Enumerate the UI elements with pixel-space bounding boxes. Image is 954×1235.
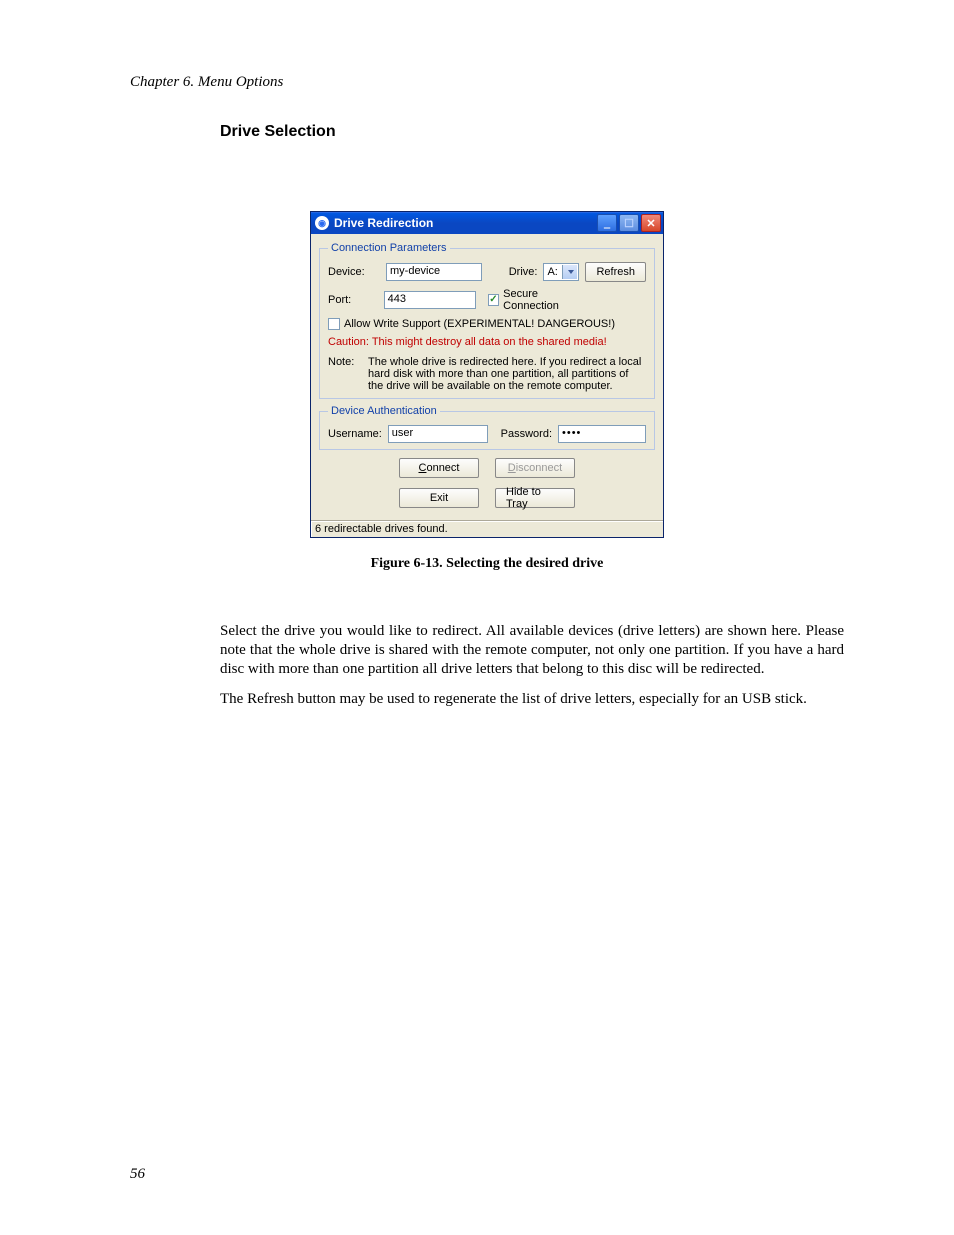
note-label: Note: [328, 356, 362, 392]
connect-button[interactable]: Connect [399, 458, 479, 478]
status-bar: 6 redirectable drives found. [311, 520, 663, 537]
body-paragraph-2: The Refresh button may be used to regene… [220, 690, 844, 709]
connection-parameters-group: Connection Parameters Device: my-device … [319, 242, 655, 399]
disconnect-mnemonic: D [508, 462, 516, 474]
titlebar: ◉ Drive Redirection ‗ ☐ ✕ [311, 212, 663, 234]
chapter-header: Chapter 6. Menu Options [130, 74, 844, 91]
chevron-down-icon [568, 270, 574, 274]
write-support-label: Allow Write Support (EXPERIMENTAL! DANGE… [344, 318, 615, 330]
auth-legend: Device Authentication [328, 405, 440, 417]
drive-redirection-dialog: ◉ Drive Redirection ‗ ☐ ✕ Connection Par… [310, 211, 664, 538]
note-text: The whole drive is redirected here. If y… [368, 356, 646, 392]
password-label: Password: [501, 428, 552, 440]
username-label: Username: [328, 428, 382, 440]
close-button[interactable]: ✕ [641, 214, 661, 232]
caution-text: Caution: This might destroy all data on … [328, 336, 646, 348]
hide-to-tray-button[interactable]: Hide to Tray [495, 488, 575, 508]
connect-rest: onnect [426, 462, 459, 474]
device-label: Device: [328, 266, 380, 278]
figure-caption: Figure 6-13. Selecting the desired drive [130, 556, 844, 572]
section-title: Drive Selection [220, 123, 844, 141]
exit-button[interactable]: Exit [399, 488, 479, 508]
port-input[interactable]: 443 [384, 291, 476, 309]
drive-value: A: [547, 266, 557, 278]
drive-select[interactable]: A: [543, 263, 579, 281]
body-paragraph-1: Select the drive you would like to redir… [220, 622, 844, 678]
write-support-checkbox[interactable]: Allow Write Support (EXPERIMENTAL! DANGE… [328, 318, 615, 330]
port-label: Port: [328, 294, 378, 306]
device-authentication-group: Device Authentication Username: user Pas… [319, 405, 655, 450]
connect-mnemonic: C [419, 462, 427, 474]
page-number: 56 [130, 1166, 145, 1183]
refresh-button[interactable]: Refresh [585, 262, 646, 282]
disconnect-rest: isconnect [516, 462, 562, 474]
app-icon: ◉ [315, 216, 329, 230]
connection-legend: Connection Parameters [328, 242, 450, 254]
secure-connection-checkbox[interactable]: ✓ Secure Connection [488, 288, 593, 312]
maximize-button[interactable]: ☐ [619, 214, 639, 232]
checkbox-empty-icon [328, 318, 340, 330]
disconnect-button[interactable]: Disconnect [495, 458, 575, 478]
checkbox-checked-icon: ✓ [488, 294, 500, 306]
window-title: Drive Redirection [334, 216, 433, 230]
device-input[interactable]: my-device [386, 263, 482, 281]
drive-label: Drive: [509, 266, 538, 278]
secure-label: Secure Connection [503, 288, 592, 312]
minimize-button[interactable]: ‗ [597, 214, 617, 232]
username-input[interactable]: user [388, 425, 488, 443]
password-input[interactable]: •••• [558, 425, 646, 443]
